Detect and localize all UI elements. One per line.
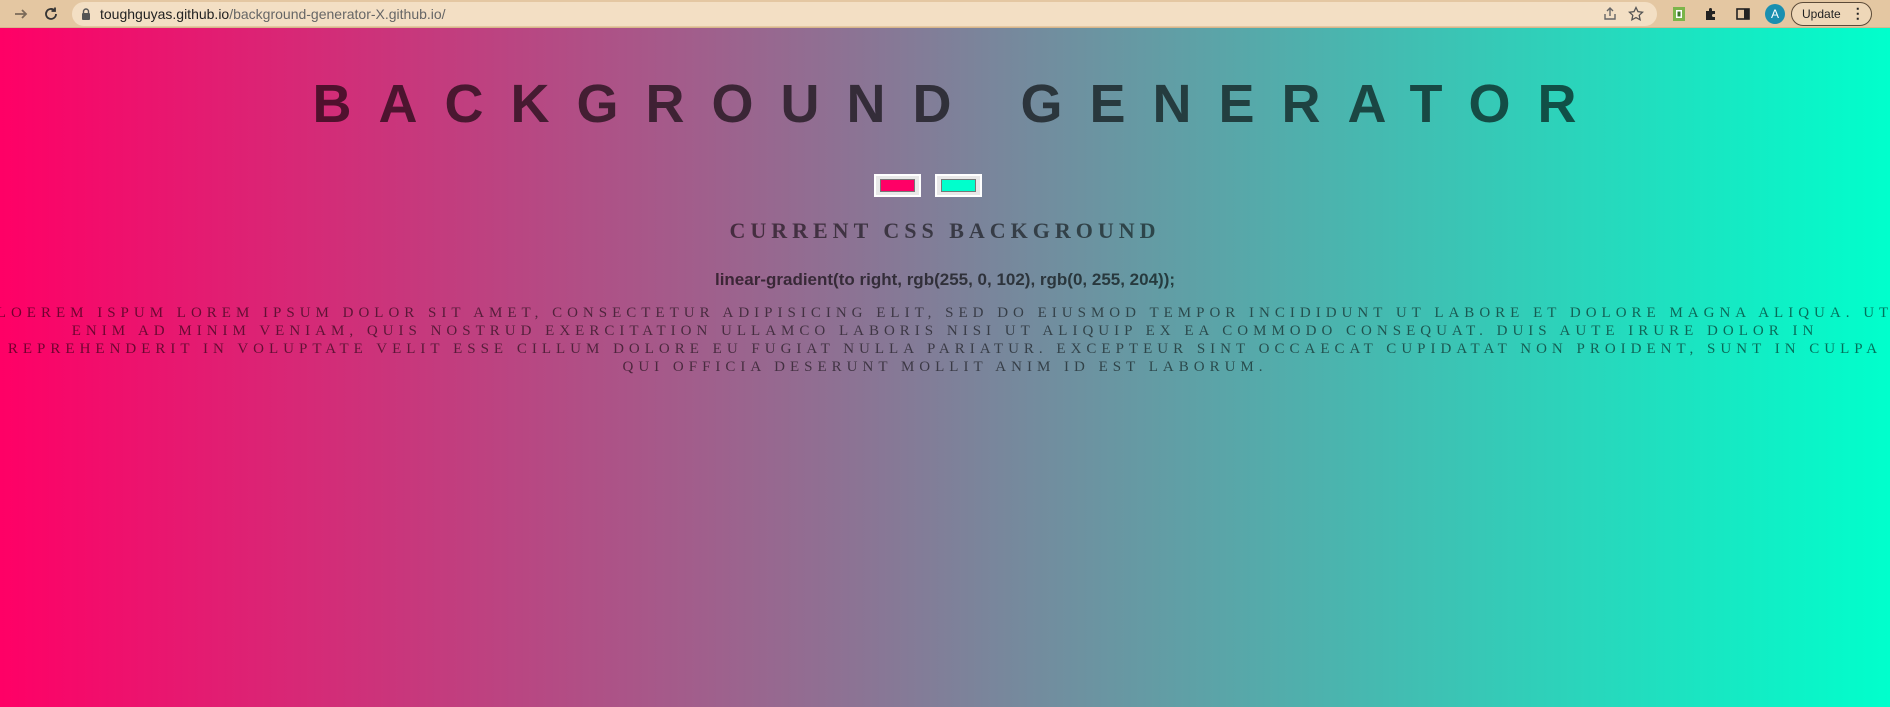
browser-toolbar: toughguyas.github.io/background-generato… [0,0,1890,28]
forward-icon[interactable] [6,0,36,28]
star-icon[interactable] [1623,2,1649,26]
color-pickers [874,174,982,197]
url-path: /background-generator-X.github.io/ [229,5,446,22]
puzzle-icon[interactable] [1695,0,1727,28]
color-input-1[interactable] [874,174,921,197]
lorem-paragraph: Loerem ispum Lorem ipsum dolor sit amet,… [0,305,1890,375]
section-heading: CURRENT CSS BACKGROUND [729,218,1161,243]
css-background-value: linear-gradient(to right, rgb(255, 0, 10… [714,270,1176,289]
lock-icon[interactable] [80,7,92,20]
url-text: toughguyas.github.io/background-generato… [100,6,446,22]
gradient-page: BACKGROUND GENERATOR CURRENT CSS BACKGRO… [0,28,1890,707]
color-swatch-1 [880,179,915,192]
side-panel-icon[interactable] [1727,0,1759,28]
extension-icon[interactable] [1663,0,1695,28]
menu-icon[interactable]: ⋮ [1851,5,1865,22]
address-bar[interactable]: toughguyas.github.io/background-generato… [72,1,1657,26]
color-input-2[interactable] [935,174,982,197]
update-button[interactable]: Update ⋮ [1791,1,1872,26]
url-host: toughguyas.github.io [100,5,230,22]
page-title: BACKGROUND GENERATOR [312,74,1604,134]
avatar[interactable]: A [1765,3,1785,24]
share-icon[interactable] [1597,2,1623,26]
color-swatch-2 [941,179,976,192]
update-label: Update [1802,6,1841,21]
reload-icon[interactable] [36,0,66,28]
